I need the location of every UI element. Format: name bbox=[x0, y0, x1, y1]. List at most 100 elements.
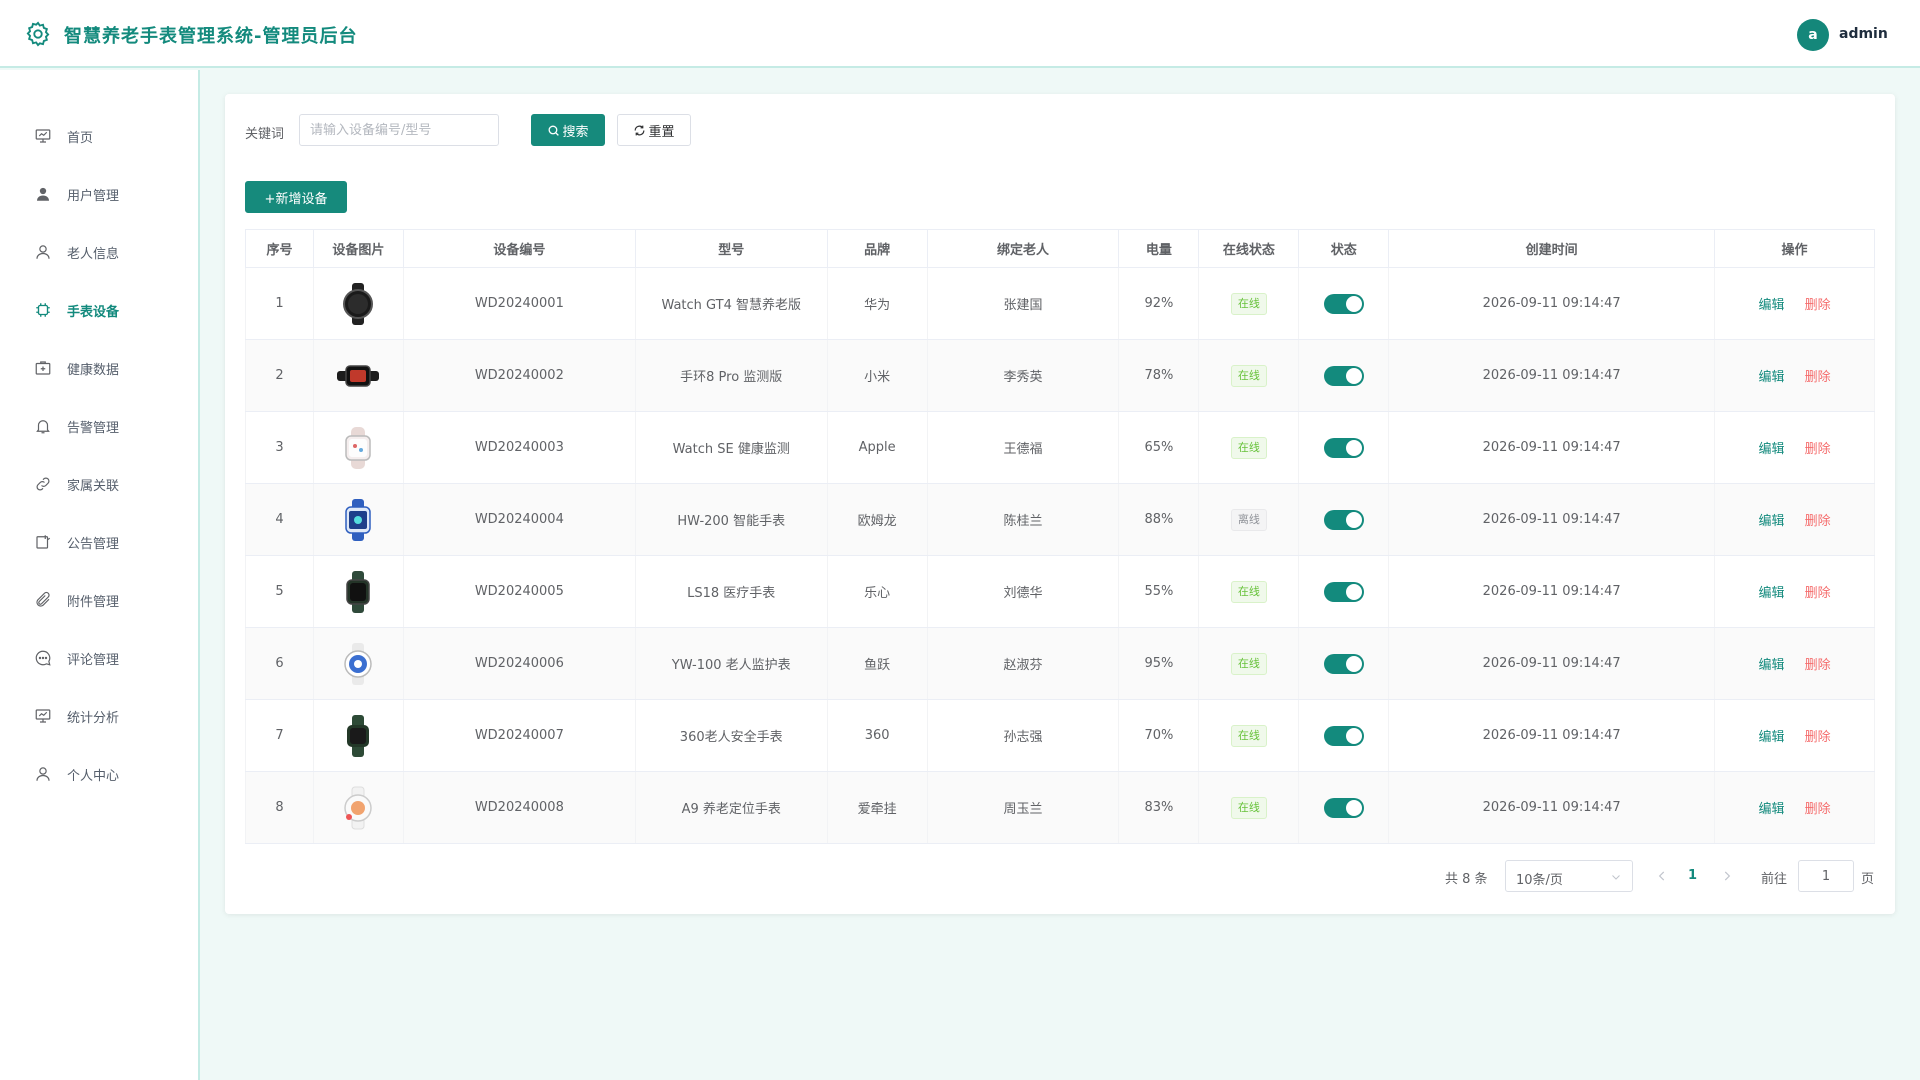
table-row: 2 WD20240002 手环8 Pro 监测版 小米 李秀英 78% 在线 2… bbox=[245, 339, 1875, 412]
sidebar-item-comments[interactable]: 评论管理 bbox=[0, 638, 198, 678]
edit-link[interactable]: 编辑 bbox=[1758, 514, 1784, 529]
sidebar-item-devices[interactable]: 手表设备 bbox=[0, 290, 198, 330]
cell-brand: 小米 bbox=[826, 339, 928, 412]
avatar[interactable]: a bbox=[1797, 19, 1829, 51]
refresh-icon bbox=[635, 125, 645, 135]
watch-thumbnail[interactable] bbox=[314, 569, 403, 615]
cell-created: 2026-09-11 09:14:47 bbox=[1388, 483, 1716, 556]
search-button[interactable]: 搜索 bbox=[531, 114, 605, 146]
page-number[interactable]: 1 bbox=[1688, 868, 1697, 883]
page-size-select[interactable]: 10条/页 bbox=[1505, 860, 1633, 892]
sidebar-item-family[interactable]: 家属关联 bbox=[0, 464, 198, 504]
status-toggle[interactable] bbox=[1323, 725, 1364, 746]
chevron-left-icon[interactable] bbox=[1655, 869, 1669, 883]
table-row: 3 WD20240003 Watch SE 健康监测 Apple 王德福 65%… bbox=[245, 411, 1875, 484]
cell-status bbox=[1298, 339, 1390, 412]
cell-battery: 78% bbox=[1118, 339, 1200, 412]
chevron-down-icon bbox=[1612, 875, 1620, 880]
watch-thumbnail[interactable] bbox=[314, 497, 403, 543]
top-header: 智慧养老手表管理系统-管理员后台 a admin bbox=[0, 0, 1920, 68]
delete-link[interactable]: 删除 bbox=[1805, 442, 1831, 457]
cell-actions: 编辑 删除 bbox=[1714, 771, 1875, 844]
sidebar-item-label: 首页 bbox=[67, 130, 94, 146]
reset-button-label: 重置 bbox=[648, 124, 675, 140]
search-icon bbox=[549, 125, 560, 136]
sidebar-item-notices[interactable]: 公告管理 bbox=[0, 522, 198, 562]
add-device-label: +新增设备 bbox=[264, 191, 328, 207]
delete-link[interactable]: 删除 bbox=[1805, 370, 1831, 385]
watch-thumbnail[interactable] bbox=[314, 353, 403, 399]
toggle-knob bbox=[1345, 295, 1362, 312]
main-card: 关键词 搜索 重置 +新增设备 序号 设备图片 设备编号 型号 品牌 绑定老人 … bbox=[225, 94, 1895, 914]
watch-thumbnail[interactable] bbox=[314, 281, 403, 327]
toggle-knob bbox=[1345, 799, 1362, 816]
cell-actions: 编辑 删除 bbox=[1714, 627, 1875, 700]
username[interactable]: admin bbox=[1839, 26, 1888, 42]
sidebar-item-label: 健康数据 bbox=[67, 362, 120, 378]
cell-elder: 赵淑芬 bbox=[926, 627, 1120, 700]
cell-code: WD20240007 bbox=[402, 699, 636, 772]
search-input[interactable] bbox=[299, 114, 499, 146]
cell-model: 手环8 Pro 监测版 bbox=[634, 339, 828, 412]
edit-link[interactable]: 编辑 bbox=[1758, 802, 1784, 817]
cell-online: 在线 bbox=[1198, 555, 1300, 628]
sidebar-item-label: 附件管理 bbox=[67, 594, 120, 610]
edit-link[interactable]: 编辑 bbox=[1758, 586, 1784, 601]
edit-link[interactable]: 编辑 bbox=[1758, 370, 1784, 385]
sidebar-item-alerts[interactable]: 告警管理 bbox=[0, 406, 198, 446]
first-aid-icon bbox=[35, 361, 51, 375]
cell-model: A9 养老定位手表 bbox=[634, 771, 828, 844]
sidebar-item-elders[interactable]: 老人信息 bbox=[0, 232, 198, 272]
cell-actions: 编辑 删除 bbox=[1714, 483, 1875, 556]
sidebar-item-health[interactable]: 健康数据 bbox=[0, 348, 198, 388]
chevron-right-icon[interactable] bbox=[1720, 869, 1734, 883]
link-icon bbox=[36, 477, 50, 491]
delete-link[interactable]: 删除 bbox=[1805, 730, 1831, 745]
delete-link[interactable]: 删除 bbox=[1805, 514, 1831, 529]
cell-model: YW-100 老人监护表 bbox=[634, 627, 828, 700]
status-toggle[interactable] bbox=[1323, 797, 1364, 818]
status-toggle[interactable] bbox=[1323, 365, 1364, 386]
edit-link[interactable]: 编辑 bbox=[1758, 658, 1784, 673]
sidebar-item-stats[interactable]: 统计分析 bbox=[0, 696, 198, 736]
add-device-button[interactable]: +新增设备 bbox=[245, 181, 347, 213]
goto-page-input[interactable] bbox=[1798, 860, 1854, 892]
cell-online: 离线 bbox=[1198, 483, 1300, 556]
cell-image bbox=[312, 339, 404, 412]
status-toggle[interactable] bbox=[1323, 437, 1364, 458]
delete-link[interactable]: 删除 bbox=[1805, 298, 1831, 313]
status-toggle[interactable] bbox=[1323, 653, 1364, 674]
sidebar: 首页 用户管理 老人信息 手表设备 健康数据 告警管理 家属关联 公告管理 附件… bbox=[0, 70, 200, 1080]
cell-index: 6 bbox=[245, 627, 314, 700]
reset-button[interactable]: 重置 bbox=[617, 114, 691, 146]
edit-link[interactable]: 编辑 bbox=[1758, 442, 1784, 457]
watch-thumbnail[interactable] bbox=[314, 713, 403, 759]
profile-icon bbox=[36, 767, 50, 781]
watch-thumbnail[interactable] bbox=[314, 641, 403, 687]
sidebar-item-label: 老人信息 bbox=[67, 246, 120, 262]
cell-model: HW-200 智能手表 bbox=[634, 483, 828, 556]
sidebar-item-profile[interactable]: 个人中心 bbox=[0, 754, 198, 794]
sidebar-item-home[interactable]: 首页 bbox=[0, 116, 198, 156]
sidebar-item-users[interactable]: 用户管理 bbox=[0, 174, 198, 214]
cell-created: 2026-09-11 09:14:47 bbox=[1388, 699, 1716, 772]
cell-code: WD20240003 bbox=[402, 411, 636, 484]
cell-image bbox=[312, 771, 404, 844]
watch-thumbnail[interactable] bbox=[314, 425, 403, 471]
app-title: 智慧养老手表管理系统-管理员后台 bbox=[64, 26, 358, 47]
delete-link[interactable]: 删除 bbox=[1805, 802, 1831, 817]
watch-thumbnail[interactable] bbox=[314, 785, 403, 831]
cell-brand: 乐心 bbox=[826, 555, 928, 628]
edit-link[interactable]: 编辑 bbox=[1758, 298, 1784, 313]
status-toggle[interactable] bbox=[1323, 293, 1364, 314]
delete-link[interactable]: 删除 bbox=[1805, 586, 1831, 601]
cell-status bbox=[1298, 411, 1390, 484]
status-toggle[interactable] bbox=[1323, 581, 1364, 602]
status-toggle[interactable] bbox=[1323, 509, 1364, 530]
table-row: 6 WD20240006 YW-100 老人监护表 鱼跃 赵淑芬 95% 在线 … bbox=[245, 627, 1875, 700]
sidebar-item-attachments[interactable]: 附件管理 bbox=[0, 580, 198, 620]
edit-link[interactable]: 编辑 bbox=[1758, 730, 1784, 745]
delete-link[interactable]: 删除 bbox=[1805, 658, 1831, 673]
cell-code: WD20240001 bbox=[402, 267, 636, 340]
cell-brand: Apple bbox=[826, 411, 928, 484]
